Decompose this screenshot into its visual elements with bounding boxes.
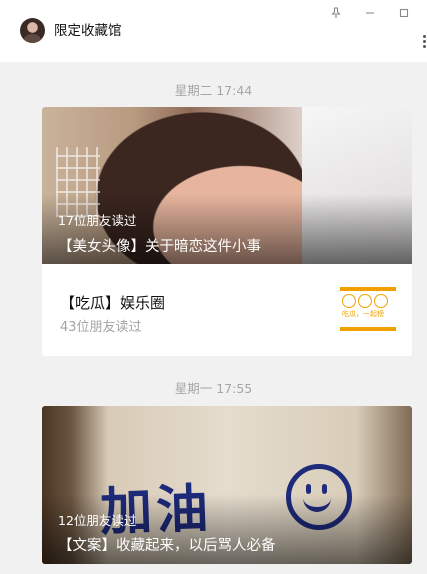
sub-article-read-count: 43位朋友读过 bbox=[60, 320, 142, 335]
title-bar: 限定收藏馆 bbox=[0, 0, 427, 62]
sub-article-title: 【吃瓜】娱乐圈 bbox=[60, 294, 166, 312]
chat-title: 限定收藏馆 bbox=[54, 23, 122, 39]
article-card: 17位朋友读过 【美女头像】关于暗恋这件小事 【吃瓜】娱乐圈 43位朋友读过 吃… bbox=[42, 107, 412, 356]
minimize-icon[interactable] bbox=[361, 5, 379, 21]
read-count: 17位朋友读过 bbox=[58, 213, 137, 228]
timestamp: 星期一 17:55 bbox=[174, 381, 253, 396]
maximize-icon[interactable] bbox=[395, 5, 413, 21]
thumbnail-text: 吃瓜，一起榜 bbox=[342, 310, 384, 318]
article-title[interactable]: 【文案】收藏起来，以后骂人必备 bbox=[58, 534, 276, 555]
article-title[interactable]: 【美女头像】关于暗恋这件小事 bbox=[58, 235, 261, 256]
article-cover[interactable]: 加油 12位朋友读过 【文案】收藏起来，以后骂人必备 bbox=[42, 406, 412, 564]
chat-window: 限定收藏馆 星期二 17:44 17位朋友读过 【美女头像】关于暗恋这件小事 【… bbox=[0, 0, 427, 574]
sub-article-item[interactable]: 【吃瓜】娱乐圈 43位朋友读过 吃瓜，一起榜 bbox=[42, 264, 412, 356]
article-card: 加油 12位朋友读过 【文案】收藏起来，以后骂人必备 bbox=[42, 406, 412, 564]
article-cover[interactable]: 17位朋友读过 【美女头像】关于暗恋这件小事 bbox=[42, 107, 412, 264]
avatar[interactable] bbox=[20, 18, 45, 43]
sub-article-thumbnail: 吃瓜，一起榜 bbox=[340, 281, 396, 337]
timestamp: 星期二 17:44 bbox=[174, 83, 253, 98]
more-options-icon[interactable] bbox=[420, 34, 427, 50]
pin-icon[interactable] bbox=[327, 5, 345, 21]
read-count: 12位朋友读过 bbox=[58, 513, 137, 528]
